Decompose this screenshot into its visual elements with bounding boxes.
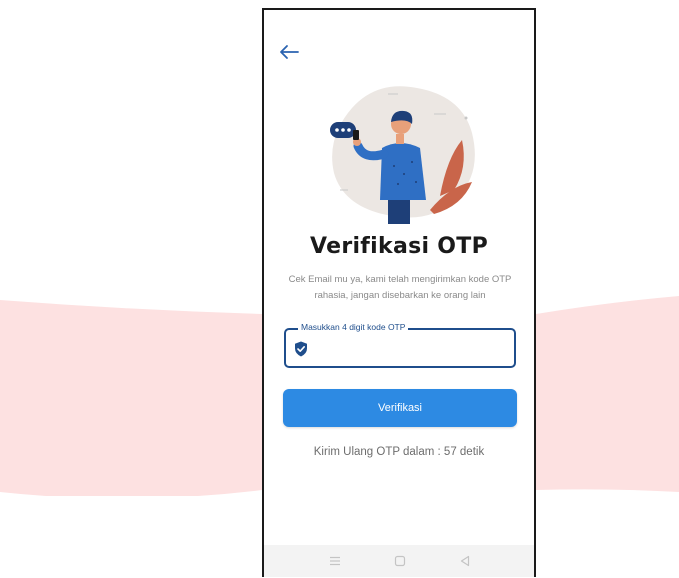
shield-check-icon — [295, 341, 307, 357]
system-navbar — [264, 545, 534, 577]
phone-screen: Verifikasi OTP Cek Email mu ya, kami tel… — [262, 8, 536, 577]
otp-input[interactable] — [316, 336, 510, 362]
back-triangle-icon[interactable] — [458, 554, 472, 568]
arrow-left-icon[interactable] — [278, 43, 300, 61]
otp-field[interactable]: Masukkan 4 digit kode OTP — [284, 322, 516, 368]
otp-illustration — [330, 86, 475, 224]
resend-otp-countdown: Kirim Ulang OTP dalam : 57 detik — [313, 446, 485, 458]
otp-field-label: Masukkan 4 digit kode OTP — [298, 322, 409, 332]
home-icon[interactable] — [393, 554, 407, 568]
menu-icon[interactable] — [328, 554, 342, 568]
verify-button[interactable]: Verifikasi — [283, 389, 517, 427]
page-subtitle: Cek Email mu ya, kami telah mengirimkan … — [288, 274, 512, 301]
page-title: Verifikasi OTP — [309, 234, 489, 259]
screenshot-stage: Verifikasi OTP Cek Email mu ya, kami tel… — [0, 0, 679, 578]
